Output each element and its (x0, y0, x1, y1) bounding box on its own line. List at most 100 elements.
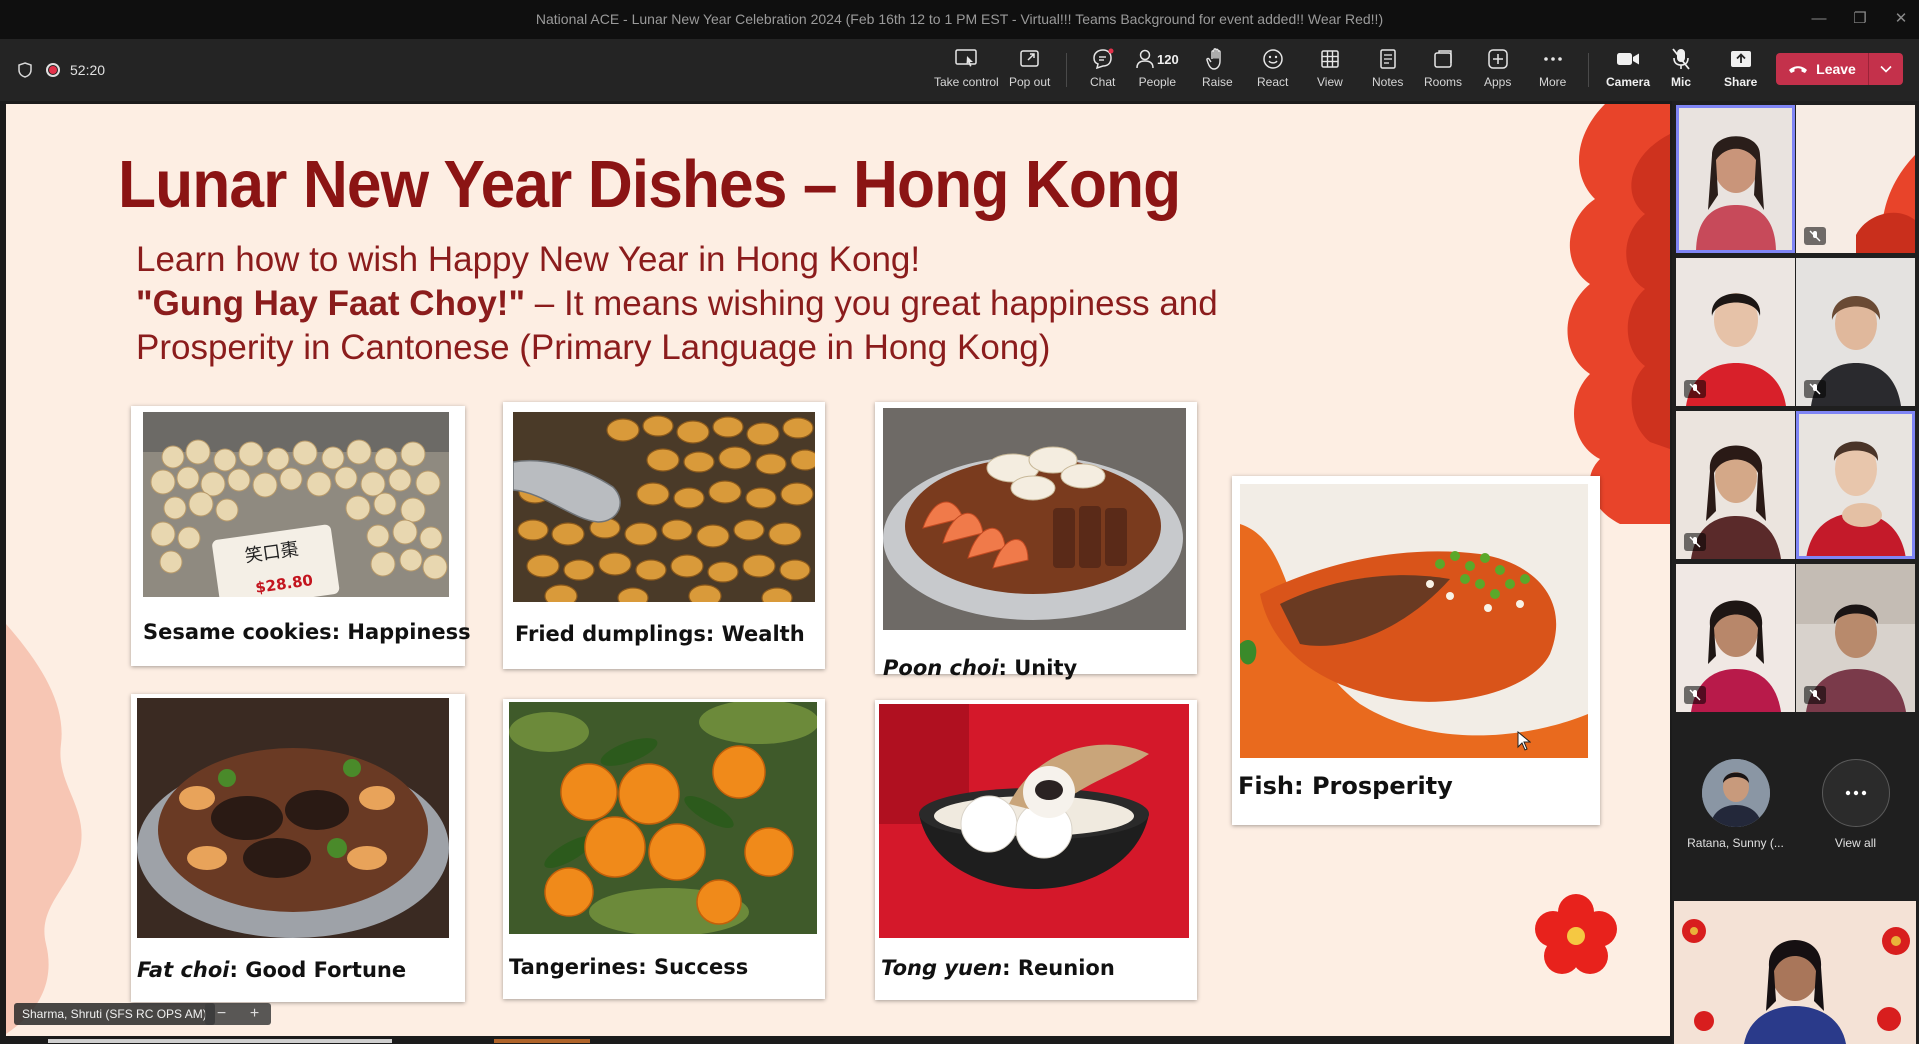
mic-off-icon (1684, 533, 1706, 551)
avatar (1701, 759, 1770, 827)
notes-button[interactable]: Notes (1372, 45, 1403, 95)
view-button[interactable]: View (1317, 45, 1343, 95)
content-scrollbar[interactable] (48, 1039, 392, 1043)
camera-button[interactable]: Camera (1606, 45, 1650, 95)
share-icon (1730, 45, 1752, 73)
chevron-down-icon (1880, 65, 1892, 73)
rooms-icon (1432, 45, 1454, 73)
intro-line-3: Prosperity in Cantonese (Primary Languag… (136, 328, 1051, 367)
more-icon (1542, 45, 1564, 73)
participant-video-tile[interactable] (1796, 258, 1915, 406)
dish-caption: Fried dumplings: Wealth (515, 622, 805, 646)
meeting-timer: 52:20 (70, 62, 106, 78)
toolbar-divider (1588, 53, 1589, 87)
window-title-bar: National ACE - Lunar New Year Celebratio… (0, 0, 1919, 39)
participant-video-tile[interactable] (1676, 411, 1795, 559)
mic-off-icon (1671, 45, 1691, 73)
dish-card-fried-dumplings: Fried dumplings: Wealth (503, 402, 825, 669)
mic-off-icon (1684, 380, 1706, 398)
participant-video-tile[interactable] (1796, 411, 1915, 559)
more-button[interactable]: More (1539, 45, 1566, 95)
video-gallery: Ratana, Sunny (... View all (1672, 101, 1919, 1044)
dish-card-fish: Fish: Prosperity (1232, 476, 1600, 825)
people-icon (1136, 49, 1154, 69)
rooms-button[interactable]: Rooms (1424, 45, 1462, 95)
self-view-video[interactable] (1674, 901, 1916, 1044)
recording-icon (46, 63, 60, 77)
zoom-out-button[interactable]: − (217, 1005, 226, 1023)
participant-video-tile[interactable] (1796, 564, 1915, 712)
view-all-participants[interactable]: View all (1796, 759, 1915, 850)
toolbar-divider (1066, 53, 1067, 87)
poon-choi-photo (883, 408, 1186, 630)
shared-content-stage: Lunar New Year Dishes – Hong Kong Learn … (0, 101, 1672, 1044)
presentation-slide: Lunar New Year Dishes – Hong Kong Learn … (6, 104, 1670, 1036)
chat-button[interactable]: Chat (1090, 45, 1115, 95)
fat-choi-photo (137, 698, 449, 938)
presenter-name-tag: Sharma, Shruti (SFS RC OPS AM) (14, 1003, 215, 1025)
fried-dumplings-photo (513, 412, 815, 602)
dish-caption: Fish: Prosperity (1238, 772, 1453, 800)
dish-caption: Fat choi: Good Fortune (137, 958, 407, 982)
dish-card-sesame-cookies: 笑口棗 $28.80 Sesame cookies: Happiness (131, 406, 471, 666)
minimize-button[interactable]: — (1804, 6, 1834, 32)
participant-video-tile[interactable] (1796, 105, 1915, 253)
shield-icon (18, 62, 32, 78)
close-window-button[interactable]: ✕ (1886, 6, 1916, 32)
zoom-in-button[interactable]: + (250, 1005, 259, 1023)
intro-line-2: "Gung Hay Faat Choy!" – It means wishing… (136, 284, 1218, 323)
dish-card-tangerines: Tangerines: Success (503, 699, 825, 999)
react-button[interactable]: React (1257, 45, 1288, 95)
meeting-toolbar: 52:20 Take control Pop out Chat 120 Peop… (0, 39, 1919, 101)
dish-caption: Poon choi: Unity (883, 656, 1078, 680)
leave-button[interactable]: Leave (1776, 53, 1903, 85)
mic-off-icon (1804, 686, 1826, 704)
dish-card-fat-choi: Fat choi: Good Fortune (131, 694, 465, 1002)
apps-button[interactable]: Apps (1484, 45, 1511, 95)
hand-icon (1206, 45, 1228, 73)
mic-button[interactable]: Mic (1671, 45, 1691, 95)
window-title: National ACE - Lunar New Year Celebratio… (535, 11, 1384, 27)
leave-main[interactable]: Leave (1776, 53, 1869, 85)
leave-options-dropdown[interactable] (1869, 65, 1903, 73)
fish-photo (1240, 484, 1588, 758)
participant-video-tile[interactable] (1676, 105, 1795, 253)
more-icon (1821, 759, 1890, 827)
intro-line-1: Learn how to wish Happy New Year in Hong… (136, 240, 921, 279)
tangerines-photo (509, 702, 817, 934)
people-count: 120 (1157, 51, 1179, 67)
plum-blossom-decoration (1535, 894, 1617, 974)
grid-icon (1320, 45, 1340, 73)
mic-off-icon (1804, 227, 1826, 245)
mic-off-icon (1684, 686, 1706, 704)
mic-off-icon (1804, 380, 1826, 398)
overflow-participant[interactable]: Ratana, Sunny (... (1676, 759, 1795, 850)
meeting-status: 52:20 (18, 59, 105, 81)
phone-hangup-icon (1789, 66, 1808, 73)
take-control-button[interactable]: Take control (934, 45, 999, 95)
peach-wave-decoration (6, 624, 82, 1034)
people-button[interactable]: 120 People (1136, 45, 1179, 95)
view-all-label: View all (1834, 836, 1877, 850)
sesame-cookies-photo: 笑口棗 $28.80 (143, 412, 449, 597)
slide-title: Lunar New Year Dishes – Hong Kong (118, 147, 1181, 222)
greeting-phrase: "Gung Hay Faat Choy!" (136, 284, 526, 323)
red-fan-decoration (1567, 104, 1670, 524)
dish-card-tong-yuen: Tong yuen: Reunion (875, 700, 1197, 1000)
dish-caption: Sesame cookies: Happiness (143, 620, 471, 644)
dish-caption: Tangerines: Success (509, 955, 749, 979)
share-button[interactable]: Share (1724, 45, 1757, 95)
camera-icon (1616, 45, 1640, 73)
participant-video-tile[interactable] (1676, 258, 1795, 406)
restore-button[interactable]: ❐ (1845, 6, 1875, 32)
dish-card-poon-choi: Poon choi: Unity (875, 402, 1197, 680)
zoom-control: − + (205, 1003, 271, 1025)
pop-out-icon (1019, 45, 1041, 73)
participant-video-tile[interactable] (1676, 564, 1795, 712)
pop-out-button[interactable]: Pop out (1009, 45, 1050, 95)
raise-hand-button[interactable]: Raise (1202, 45, 1233, 95)
mouse-cursor-icon (1517, 731, 1531, 751)
tong-yuen-photo (879, 704, 1189, 938)
content-progress-segment (494, 1039, 590, 1043)
chat-icon (1091, 45, 1115, 73)
